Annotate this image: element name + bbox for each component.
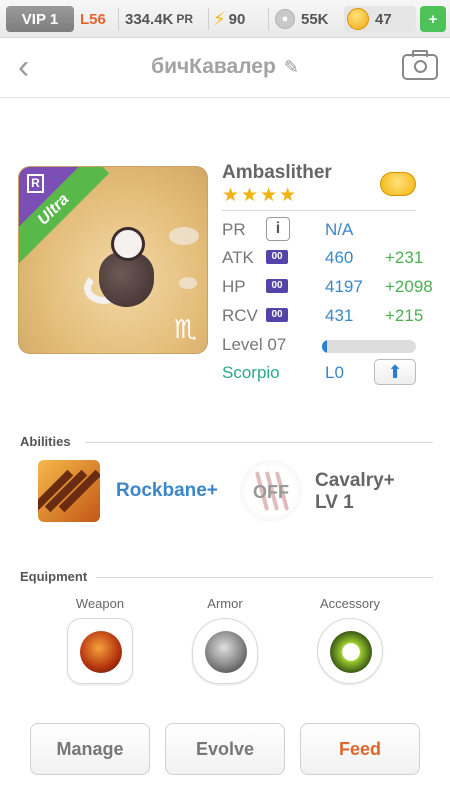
add-gold-button[interactable]: + — [420, 6, 446, 32]
stat-badge: 00 — [266, 308, 288, 322]
stat-value: N/A — [325, 220, 354, 239]
info-icon[interactable]: i — [266, 217, 290, 241]
energy-counter[interactable]: ⚡ 90 — [213, 6, 245, 32]
level-label: Level 07 — [222, 335, 287, 354]
ability-name-line1: Cavalry+ — [315, 470, 395, 491]
stat-label: HP — [222, 277, 246, 296]
accessory-slot[interactable] — [317, 618, 383, 684]
camera-icon — [414, 60, 427, 73]
weapon-label: Weapon — [75, 596, 125, 611]
cavalry-ability-icon[interactable]: OFF — [240, 460, 302, 522]
paw-counter[interactable]: ● 55K — [275, 6, 329, 32]
stat-bonus: +231 — [385, 248, 424, 267]
xp-progress-bar — [322, 340, 416, 353]
power-rating: 334.4K PR — [125, 6, 193, 32]
stat-label: ATK — [222, 248, 254, 267]
manage-button[interactable]: Manage — [30, 723, 150, 775]
status-bar: VIP 1 L56 334.4K PR ⚡ 90 ● 55K 47 + — [0, 0, 450, 38]
pr-unit: PR — [176, 12, 194, 26]
weapon-icon — [80, 631, 122, 673]
feed-button[interactable]: Feed — [300, 723, 420, 775]
armor-label: Armor — [207, 596, 243, 611]
divider — [222, 210, 416, 211]
zodiac-level: L0 — [325, 363, 344, 382]
accessory-icon — [330, 631, 372, 673]
player-level: L56 — [80, 10, 106, 28]
scorpio-icon: ♏ — [173, 314, 197, 344]
monster-nickname: бичКавалер — [151, 55, 276, 78]
stat-label: PR — [222, 220, 246, 239]
page-header: ‹ бичКавалер ✎ — [0, 38, 450, 98]
pr-value: 334.4K — [125, 10, 174, 28]
stat-bonus: +215 — [385, 306, 424, 325]
monster-portrait[interactable]: Ultra R ♏ — [18, 166, 208, 354]
rockbane-ability-icon[interactable] — [38, 460, 100, 522]
stat-badge: 00 — [266, 250, 288, 264]
xp-progress-fill — [322, 340, 327, 353]
paw-icon: ● — [275, 9, 295, 29]
rarity-badge-icon: R — [27, 174, 44, 193]
rock-decoration — [179, 277, 197, 289]
vip-badge[interactable]: VIP 1 — [6, 6, 74, 32]
stat-row-rcv: RCV 00 431 +215 — [222, 306, 442, 328]
weapon-slot[interactable] — [67, 618, 133, 684]
stat-bonus: +2098 — [385, 277, 433, 296]
stat-label: RCV — [222, 306, 258, 325]
stat-row-pr: PR i N/A — [222, 217, 442, 242]
zodiac-sign: Scorpio — [222, 363, 280, 382]
zodiac-row: Scorpio L0 ⬆ — [222, 359, 442, 385]
divider — [268, 8, 269, 30]
ability-off-label: OFF — [253, 482, 289, 502]
zodiac-upgrade-button[interactable]: ⬆ — [374, 359, 416, 385]
divider — [208, 8, 209, 30]
lightning-icon: ⚡ — [213, 8, 226, 29]
snake-head — [111, 227, 145, 261]
stat-value: 4197 — [325, 277, 363, 296]
paw-value: 55K — [301, 10, 329, 28]
abilities-heading: Abilities — [20, 434, 71, 449]
equipment-heading: Equipment — [20, 569, 88, 584]
ability-name[interactable]: Rockbane+ — [116, 480, 218, 502]
stat-badge: 00 — [266, 279, 288, 293]
page-title[interactable]: бичКавалер ✎ — [0, 55, 450, 79]
divider — [96, 577, 433, 578]
energy-value: 90 — [228, 10, 246, 28]
gold-value: 47 — [375, 10, 392, 28]
evolve-button[interactable]: Evolve — [165, 723, 285, 775]
divider — [85, 442, 433, 443]
pencil-icon[interactable]: ✎ — [284, 57, 299, 78]
element-cloud-icon[interactable] — [380, 172, 416, 196]
rock-decoration — [169, 227, 199, 245]
ability-level: LV 1 — [315, 492, 354, 513]
level-row: Level 07 — [222, 335, 442, 357]
monster-sprite — [84, 222, 169, 312]
armor-icon — [205, 631, 247, 673]
monster-name: Ambaslither — [222, 162, 332, 183]
coin-icon — [347, 8, 369, 30]
armor-slot[interactable] — [192, 618, 258, 684]
stat-value: 431 — [325, 306, 354, 325]
camera-button[interactable] — [402, 50, 438, 80]
stat-row-atk: ATK 00 460 +231 — [222, 248, 442, 270]
divider — [118, 8, 119, 30]
stat-row-hp: HP 00 4197 +2098 — [222, 277, 442, 299]
accessory-label: Accessory — [320, 596, 380, 611]
star-rating: ★★★★ — [222, 185, 299, 206]
gold-counter[interactable]: 47 — [344, 6, 416, 32]
ability-name[interactable]: Cavalry+ LV 1 — [315, 470, 395, 514]
stat-value: 460 — [325, 248, 354, 267]
